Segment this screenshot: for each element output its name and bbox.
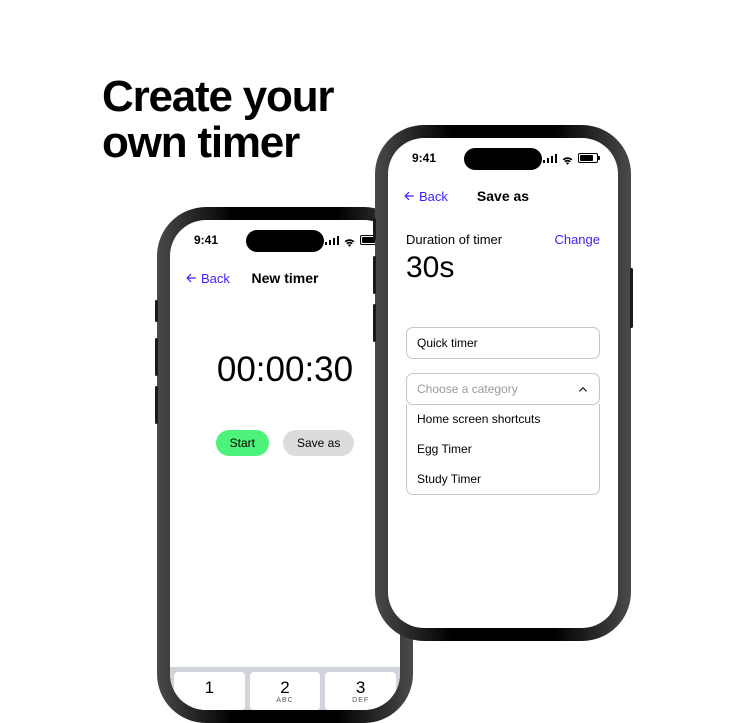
key-1[interactable]: 1 <box>174 672 245 710</box>
back-label: Back <box>201 271 230 286</box>
side-button <box>155 386 158 424</box>
arrow-left-icon <box>402 189 416 203</box>
signal-icon <box>543 154 557 163</box>
arrow-left-icon <box>184 271 198 285</box>
page-title: Save as <box>477 188 529 204</box>
dynamic-island <box>246 230 324 252</box>
status-time: 9:41 <box>194 233 218 247</box>
category-option[interactable]: Study Timer <box>407 464 599 494</box>
side-button <box>373 256 376 294</box>
headline: Create your own timer <box>102 74 333 166</box>
category-select[interactable]: Choose a category <box>406 373 600 405</box>
numeric-keypad: 1 2ABC 3DEF <box>170 667 400 710</box>
back-button[interactable]: Back <box>184 271 230 286</box>
key-3[interactable]: 3DEF <box>325 672 396 710</box>
nav-bar: Back New timer <box>170 260 400 296</box>
timer-display[interactable]: 00:00:30 <box>170 350 400 390</box>
change-button[interactable]: Change <box>554 232 600 247</box>
nav-bar: Back Save as <box>388 178 618 214</box>
content: Duration of timer Change 30s Quick timer… <box>388 232 618 495</box>
chevron-up-icon <box>577 383 589 395</box>
wifi-icon <box>343 236 356 245</box>
signal-icon <box>325 236 339 245</box>
side-button <box>155 338 158 376</box>
back-label: Back <box>419 189 448 204</box>
screen: 9:41 Back Save as Duration of timer Chan… <box>388 138 618 628</box>
duration-label: Duration of timer <box>406 232 502 247</box>
side-button <box>373 218 376 240</box>
category-dropdown: Home screen shortcuts Egg Timer Study Ti… <box>406 404 600 495</box>
headline-l1: Create your <box>102 72 333 121</box>
phone-save-as: 9:41 Back Save as Duration of timer Chan… <box>378 128 628 638</box>
category-placeholder: Choose a category <box>417 382 518 396</box>
status-icons <box>325 235 380 245</box>
dynamic-island <box>464 148 542 170</box>
key-2[interactable]: 2ABC <box>250 672 321 710</box>
save-as-button[interactable]: Save as <box>283 430 354 456</box>
wifi-icon <box>561 154 574 163</box>
status-icons <box>543 153 598 163</box>
side-button <box>630 268 633 328</box>
category-option[interactable]: Egg Timer <box>407 434 599 464</box>
side-button <box>155 300 158 322</box>
category-option[interactable]: Home screen shortcuts <box>407 404 599 434</box>
duration-value: 30s <box>406 251 600 285</box>
action-row: Start Save as <box>170 430 400 456</box>
timer-name-input[interactable]: Quick timer <box>406 327 600 359</box>
start-button[interactable]: Start <box>216 430 269 456</box>
status-time: 9:41 <box>412 151 436 165</box>
screen: 9:41 Back New timer 00:00:30 Start Save … <box>170 220 400 710</box>
battery-icon <box>578 153 598 163</box>
page-title: New timer <box>252 270 319 286</box>
back-button[interactable]: Back <box>402 189 448 204</box>
headline-l2: own timer <box>102 118 299 167</box>
duration-row: Duration of timer Change <box>406 232 600 247</box>
side-button <box>373 304 376 342</box>
